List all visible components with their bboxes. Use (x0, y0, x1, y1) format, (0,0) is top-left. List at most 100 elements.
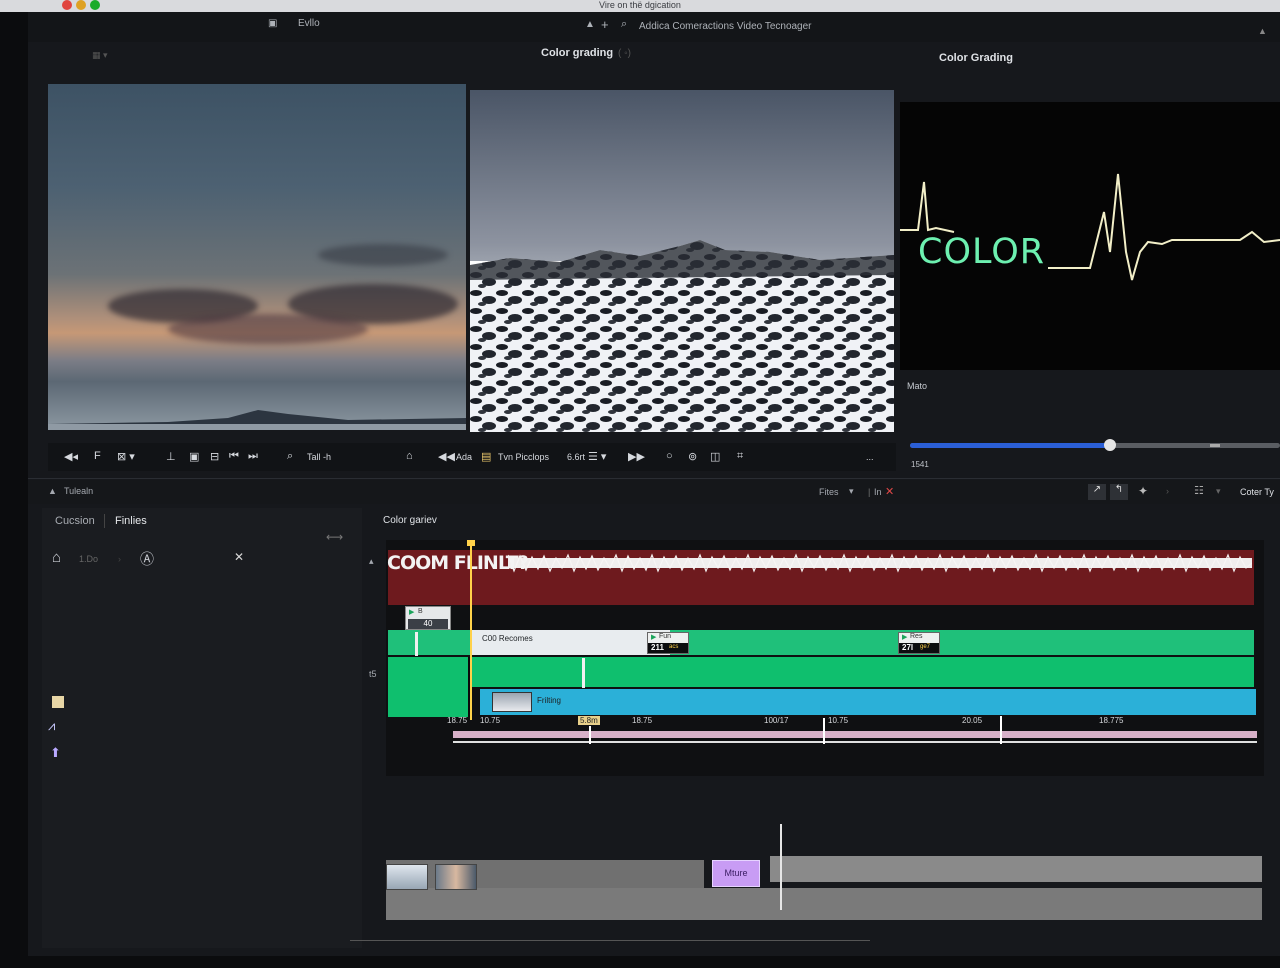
project-name[interactable]: Evllo (298, 18, 320, 29)
pen-tool-icon[interactable]: ↗ (1088, 484, 1106, 500)
keyframe-baseline (453, 741, 1257, 743)
user-circle-icon[interactable]: Ⓐ (140, 549, 154, 569)
video-clip-blue[interactable] (480, 689, 1256, 715)
frame-rate[interactable]: 6.6rt (567, 452, 585, 462)
ruler-label: 18.75 (632, 716, 653, 725)
keyframe-marker[interactable] (589, 726, 591, 744)
grading-overlay-text: COLOR (918, 232, 1046, 272)
list-icon[interactable]: ⊟ (210, 450, 219, 463)
fast-forward-icon[interactable]: ▶▶ (628, 450, 645, 463)
keyframe-marker[interactable] (1000, 716, 1002, 744)
format-icon[interactable]: F (94, 450, 101, 462)
grading-slider-handle[interactable] (1103, 439, 1116, 451)
horizontal-scrollbar[interactable] (350, 940, 870, 941)
close-icon[interactable]: ✕ (885, 485, 894, 498)
curve-icon[interactable]: ⩘ (48, 718, 55, 734)
prev-frame-icon[interactable]: ⏮ (229, 450, 239, 463)
split-view-icon[interactable]: ◫ (710, 450, 720, 463)
timeline-playhead[interactable] (470, 542, 472, 720)
timeline-tab-label[interactable]: Tulealn (64, 486, 93, 496)
tag-fun-unit: acs (669, 644, 679, 650)
chevron-right-icon: › (118, 554, 121, 564)
loop-icon[interactable]: ⊚ (688, 450, 697, 463)
ruler-current-time[interactable]: 5.8m (578, 716, 600, 725)
marker-tag-value: 40 (408, 619, 448, 629)
clip-icon[interactable]: ▤ (481, 450, 491, 463)
item-label[interactable]: 1.Do (79, 554, 98, 564)
rewind-label[interactable]: Ada (456, 452, 472, 462)
ruler-label: 18.75 (447, 716, 468, 725)
import-icon[interactable]: ⊥ (166, 450, 176, 463)
lower-track-clip[interactable] (386, 888, 1262, 920)
add-icon[interactable]: + (601, 17, 609, 32)
track-collapse-icon[interactable]: ▴ (369, 556, 374, 567)
rewind-icon[interactable]: ◀◀ (438, 450, 455, 463)
close-icon[interactable]: ✕ (234, 550, 244, 564)
tag-fun[interactable]: ▶ Fun 211 acs (647, 632, 689, 654)
video-clip-green-2[interactable] (388, 657, 1254, 687)
back-arrow-icon[interactable]: ◀◂ (64, 450, 78, 463)
chevron-down-icon[interactable]: ▾ (849, 486, 854, 497)
tab-finlies[interactable]: Finlies (115, 515, 147, 527)
color-swatch-icon[interactable] (52, 696, 64, 708)
marker-tag[interactable]: ▶ B 40 (405, 606, 451, 630)
record-icon[interactable]: ○ (666, 450, 673, 462)
select-tool-icon[interactable]: ↰ (1110, 484, 1128, 500)
mountain-silhouette (48, 410, 466, 430)
slider-marker (1210, 444, 1220, 447)
grading-slider-value: 1541 (911, 460, 929, 469)
source-viewer[interactable] (48, 84, 466, 430)
video-clip-green-block[interactable] (388, 657, 468, 717)
tag-res[interactable]: ▶ Res 27l ge7 (898, 632, 940, 654)
snap-icon[interactable]: ⌗ (737, 450, 743, 463)
more-options[interactable]: ... (866, 452, 874, 462)
clip-handle[interactable] (582, 658, 585, 688)
upload-icon[interactable]: ⬆ (50, 745, 61, 761)
tag-res-value: 27l (902, 643, 914, 652)
tag-res-unit: ge7 (920, 644, 931, 650)
lower-clip-label[interactable]: Mture (712, 860, 760, 887)
in-label-divider: | (868, 487, 871, 497)
lower-track-clip[interactable] (386, 860, 704, 888)
program-viewer[interactable] (470, 90, 894, 432)
marker-tool-icon[interactable]: ✦ (1138, 484, 1148, 498)
rate-menu-icon[interactable]: ☰ ▾ (588, 450, 606, 463)
ruler-label: 18.775 (1099, 716, 1124, 725)
tab-cucsion[interactable]: Cucsion (55, 515, 95, 527)
in-point-label[interactable]: In (874, 487, 882, 497)
play-icon: ▶ (902, 634, 908, 641)
window-menu-icon[interactable]: ▲ (1258, 26, 1267, 36)
viewer-title: Color grading (541, 47, 614, 59)
clip-thumbnail[interactable] (386, 864, 428, 890)
next-frame-icon[interactable]: ⏭ (248, 450, 258, 463)
stop-icon[interactable]: ▣ (189, 450, 199, 463)
lower-track-clip[interactable] (770, 856, 1262, 882)
chevron-right-icon[interactable]: › (1166, 486, 1169, 496)
playhead-handle-icon[interactable] (467, 540, 475, 546)
search-icon[interactable]: ⌕ (621, 18, 627, 31)
clip-handle[interactable] (415, 632, 418, 656)
lower-playhead[interactable] (780, 824, 782, 910)
keyframe-lane[interactable] (453, 731, 1257, 738)
crop-icon[interactable]: ⊠ ▾ (117, 450, 135, 463)
viewer-info-icon[interactable]: ( ◦) (618, 48, 631, 59)
tag-fun-header: Fun (659, 633, 672, 640)
bell-icon[interactable]: ▲ (585, 19, 595, 30)
home-icon[interactable]: ⌂ (52, 549, 61, 566)
list-view-dropdown-icon[interactable]: ▾ (1216, 486, 1221, 497)
app-title: Addica Comeractions Video Tecnoager (639, 21, 812, 32)
keyframe-marker[interactable] (823, 718, 825, 744)
ruler-label: 20.05 (962, 716, 983, 725)
filter-dropdown[interactable]: Fites (819, 487, 839, 497)
clip-thumbnail[interactable] (435, 864, 477, 890)
panel-layout-icon[interactable]: ▦ ▾ (92, 50, 108, 61)
clip-title[interactable]: Tvn Picclops (498, 452, 549, 462)
list-view-icon[interactable]: ☷ (1194, 484, 1204, 497)
search-label[interactable]: Tall -h (307, 452, 331, 462)
cloud (168, 314, 368, 344)
color-type-label[interactable]: Coter Ty (1240, 487, 1274, 497)
zoom-search-icon[interactable]: ⌕ (287, 450, 293, 463)
home-icon[interactable]: ⌂ (406, 450, 413, 462)
cloud (318, 244, 448, 266)
resize-handle-icon[interactable]: ⟷ (326, 530, 343, 544)
